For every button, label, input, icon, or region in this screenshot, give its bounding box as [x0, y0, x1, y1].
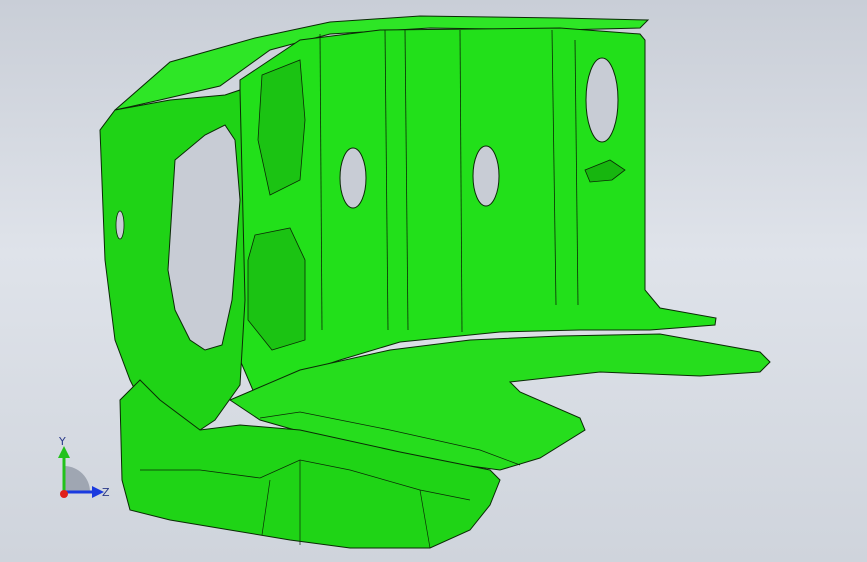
triad-origin — [60, 490, 68, 498]
hole-side-small — [115, 210, 125, 240]
graphics-viewport[interactable]: Y Z — [0, 0, 867, 562]
hole-right — [585, 57, 619, 143]
view-orientation-triad: Y Z — [58, 436, 110, 499]
hole-left — [339, 147, 367, 209]
3d-model-bracket[interactable] — [0, 0, 867, 562]
hole-center — [472, 145, 500, 207]
y-axis-label: Y — [58, 436, 66, 448]
z-axis-label: Z — [102, 486, 110, 499]
triad-quadrant — [64, 466, 90, 492]
